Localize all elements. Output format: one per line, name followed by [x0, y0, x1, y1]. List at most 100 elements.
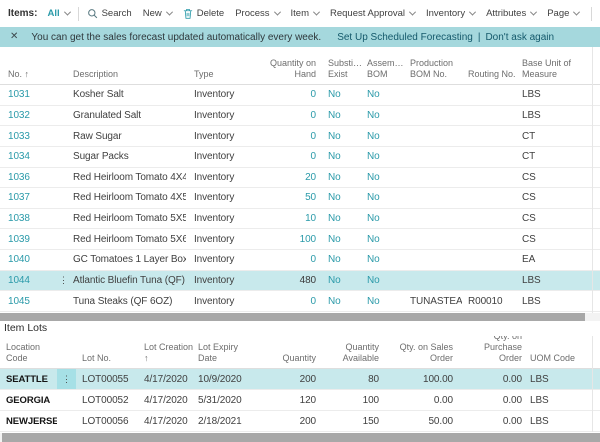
toolbar-action-delete[interactable]: Delete: [183, 8, 224, 19]
cell-qty[interactable]: 100: [252, 229, 318, 249]
column-header-quantity-on-hand[interactable]: Quantity on Hand: [252, 47, 318, 84]
column-header-quantity-available[interactable]: Quantity Available: [318, 336, 381, 368]
cell-prod-bom: [405, 85, 462, 105]
cell-qty[interactable]: 0: [252, 85, 318, 105]
cell-no[interactable]: 1038: [0, 209, 62, 229]
kebab-menu-icon[interactable]: ⋮: [57, 369, 76, 389]
cell-subst[interactable]: No: [318, 271, 362, 291]
cell-qty[interactable]: 0: [252, 291, 318, 311]
dont-ask-again-link[interactable]: Don't ask again: [485, 32, 554, 43]
item-row[interactable]: 1031Kosher SaltInventory0NoNoLBS: [0, 85, 600, 106]
item-row[interactable]: 1032Granulated SaltInventory0NoNoLBS: [0, 106, 600, 127]
column-header-qty-on-sales-order[interactable]: Qty. on Sales Order: [381, 336, 455, 368]
view-filter-dropdown[interactable]: All: [47, 8, 69, 19]
cell-asm[interactable]: No: [362, 106, 405, 126]
cell-subst[interactable]: No: [318, 188, 362, 208]
cell-asm[interactable]: No: [362, 271, 405, 291]
cell-no[interactable]: 1040: [0, 250, 62, 270]
cell-qty[interactable]: 0: [252, 147, 318, 167]
cell-no[interactable]: 1044: [0, 271, 62, 291]
column-header-lot-expiry-date[interactable]: Lot Expiry Date: [196, 336, 254, 368]
lot-row[interactable]: GEORGIALOT000524/17/20205/31/20201201000…: [0, 390, 600, 411]
column-header-assembly-bom[interactable]: Assem… BOM: [362, 47, 405, 84]
cell-subst[interactable]: No: [318, 291, 362, 311]
cell-qty[interactable]: 50: [252, 188, 318, 208]
cell-asm[interactable]: No: [362, 188, 405, 208]
item-row[interactable]: 1040GC Tomatoes 1 Layer BoxInventory0NoN…: [0, 250, 600, 271]
toolbar-action-attributes[interactable]: Attributes: [486, 8, 536, 19]
cell-asm[interactable]: No: [362, 229, 405, 249]
cell-qty[interactable]: 0: [252, 106, 318, 126]
toolbar-action-page[interactable]: Page: [547, 8, 579, 19]
column-header-lot-no[interactable]: Lot No.: [76, 336, 142, 368]
column-header-substitutes-exist[interactable]: Substi… Exist: [318, 47, 362, 84]
cell-subst[interactable]: No: [318, 106, 362, 126]
lot-row[interactable]: SEATTLE⋮LOT000554/17/202010/9/2020200801…: [0, 369, 600, 390]
cell-no[interactable]: 1037: [0, 188, 62, 208]
items-scrollbar-thumb[interactable]: [0, 313, 585, 321]
column-header-base-unit-of-measure[interactable]: Base Unit of Measure: [518, 47, 592, 84]
cell-no[interactable]: 1033: [0, 126, 62, 146]
cell-subst[interactable]: No: [318, 147, 362, 167]
toolbar-action-new[interactable]: New: [143, 8, 172, 19]
column-header-quantity[interactable]: Quantity: [254, 336, 318, 368]
cell-qty[interactable]: 480: [252, 271, 318, 291]
cell-subst[interactable]: No: [318, 250, 362, 270]
column-header-routing-no[interactable]: Routing No.: [462, 47, 518, 84]
cell-qty[interactable]: 0: [252, 126, 318, 146]
cell-no[interactable]: 1031: [0, 85, 62, 105]
toolbar-action-inventory[interactable]: Inventory: [426, 8, 475, 19]
cell-subst[interactable]: No: [318, 85, 362, 105]
cell-no[interactable]: 1039: [0, 229, 62, 249]
setup-forecasting-link[interactable]: Set Up Scheduled Forecasting: [337, 32, 473, 43]
column-header-no[interactable]: No. ↑: [0, 47, 62, 84]
cell-asm[interactable]: No: [362, 291, 405, 311]
items-horizontal-scrollbar: [0, 313, 600, 321]
column-header-qty-on-purchase-order[interactable]: Qty. on Purchase Order: [455, 336, 524, 368]
item-row[interactable]: 1038Red Heirloom Tomato 5X5Inventory10No…: [0, 209, 600, 230]
cell-asm[interactable]: No: [362, 168, 405, 188]
column-header-uom-code[interactable]: UOM Code: [524, 336, 576, 368]
close-icon[interactable]: ✕: [10, 32, 18, 42]
cell-asm[interactable]: No: [362, 250, 405, 270]
toolbar-action-request-approval[interactable]: Request Approval: [330, 8, 415, 19]
item-row[interactable]: 1044Atlantic Bluefin Tuna (QF)Inventory4…: [0, 271, 600, 292]
cell-subst[interactable]: No: [318, 168, 362, 188]
item-row[interactable]: 1039Red Heirloom Tomato 5X6Inventory100N…: [0, 229, 600, 250]
item-row[interactable]: 1045Tuna Steaks (QF 6OZ)Inventory0NoNoTU…: [0, 291, 600, 312]
cell-no[interactable]: 1036: [0, 168, 62, 188]
toolbar-action-search[interactable]: Search: [87, 8, 132, 19]
item-row[interactable]: 1037Red Heirloom Tomato 4X5Inventory50No…: [0, 188, 600, 209]
item-row[interactable]: 1033Raw SugarInventory0NoNoCT: [0, 126, 600, 147]
lots-scrollbar-thumb[interactable]: [2, 433, 600, 442]
toolbar-action-item[interactable]: Item: [291, 8, 319, 19]
cell-qty-sales: 100.00: [381, 369, 455, 389]
cell-routing: [462, 271, 518, 291]
cell-subst[interactable]: No: [318, 229, 362, 249]
column-header-lot-creation[interactable]: Lot Creation ↑: [142, 336, 196, 368]
cell-qty[interactable]: 20: [252, 168, 318, 188]
cell-asm[interactable]: No: [362, 147, 405, 167]
column-header-type[interactable]: Type: [186, 47, 252, 84]
kebab-menu-icon[interactable]: ⋮: [59, 271, 68, 291]
item-row[interactable]: 1036Red Heirloom Tomato 4X4Inventory20No…: [0, 168, 600, 189]
column-header-production-bom-no[interactable]: Production BOM No.: [405, 47, 462, 84]
items-table-right-border: [592, 47, 593, 313]
cell-no[interactable]: 1032: [0, 106, 62, 126]
column-header-description[interactable]: Description: [62, 47, 186, 84]
cell-no[interactable]: 1045: [0, 291, 62, 311]
cell-qty[interactable]: 10: [252, 209, 318, 229]
toolbar-action-label: Process: [235, 8, 269, 19]
toolbar-action-process[interactable]: Process: [235, 8, 279, 19]
lot-row[interactable]: NEWJERSEYLOT000564/17/20202/18/202120015…: [0, 411, 600, 432]
cell-subst[interactable]: No: [318, 209, 362, 229]
cell-no[interactable]: 1034: [0, 147, 62, 167]
cell-qty-purchase: 0.00: [455, 411, 524, 431]
cell-qty[interactable]: 0: [252, 250, 318, 270]
cell-asm[interactable]: No: [362, 209, 405, 229]
cell-asm[interactable]: No: [362, 126, 405, 146]
item-row[interactable]: 1034Sugar PacksInventory0NoNoCT: [0, 147, 600, 168]
cell-subst[interactable]: No: [318, 126, 362, 146]
column-header-location-code[interactable]: Location Code: [0, 336, 57, 368]
cell-asm[interactable]: No: [362, 85, 405, 105]
